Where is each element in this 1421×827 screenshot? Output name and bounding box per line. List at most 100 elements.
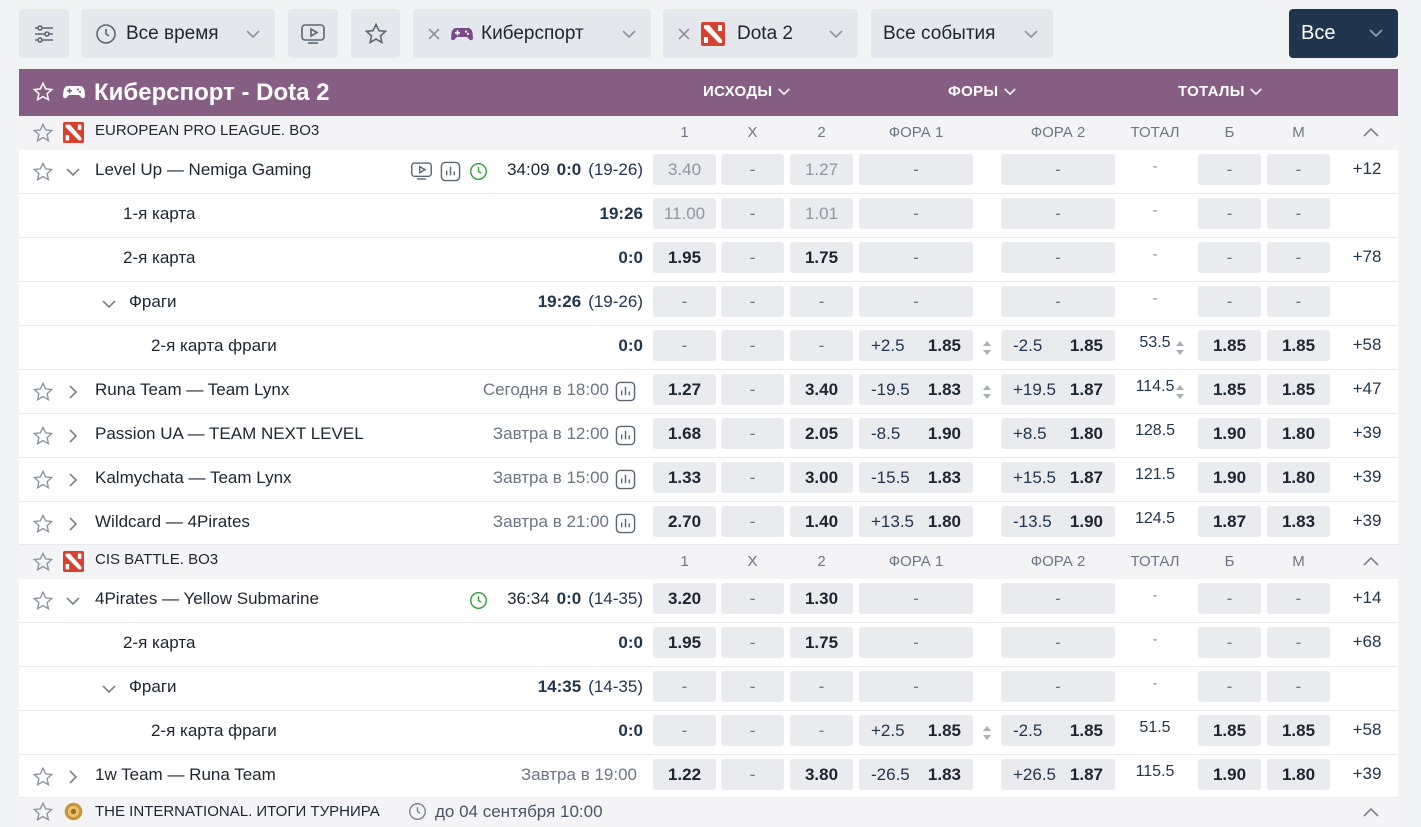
- event-name[interactable]: Passion UA — TEAM NEXT LEVEL: [95, 424, 364, 444]
- tv-icon[interactable]: [410, 161, 433, 181]
- league-name[interactable]: THE INTERNATIONAL. ИТОГИ ТУРНИРА: [95, 803, 380, 820]
- odds-cell-c2[interactable]: -: [790, 671, 853, 702]
- time-filter-dropdown[interactable]: Все время: [81, 9, 275, 58]
- odds-cell-m[interactable]: 1.83: [1267, 506, 1330, 537]
- favorite-star-icon[interactable]: [32, 161, 54, 183]
- chevron-up-icon[interactable]: [1362, 555, 1380, 567]
- odds-cell-c2[interactable]: -: [790, 330, 853, 361]
- league-name[interactable]: EUROPEAN PRO LEAGUE. BO3: [95, 122, 319, 139]
- odds-cell-c1[interactable]: 3.40: [653, 154, 716, 185]
- handicap-cell-f1[interactable]: -8.5 1.90: [859, 418, 973, 449]
- odds-cell-m[interactable]: -: [1267, 583, 1330, 614]
- more-markets-link[interactable]: +39: [1337, 764, 1397, 784]
- handicaps-column-toggle[interactable]: ФОРЫ: [948, 83, 1017, 100]
- odds-cell-c1[interactable]: -: [653, 286, 716, 317]
- odds-cell-c2[interactable]: 1.01: [790, 198, 853, 229]
- odds-cell-c2[interactable]: -: [790, 286, 853, 317]
- events-filter-dropdown[interactable]: Все события: [871, 9, 1053, 58]
- favorite-star-icon[interactable]: [32, 590, 54, 612]
- event-name[interactable]: Level Up — Nemiga Gaming: [95, 160, 311, 180]
- odds-cell-f2[interactable]: -: [1001, 671, 1115, 702]
- favorite-star-icon[interactable]: [32, 81, 54, 103]
- odds-cell-c1[interactable]: 1.33: [653, 462, 716, 493]
- odds-cell-c1[interactable]: 3.20: [653, 583, 716, 614]
- odds-cell-c1[interactable]: 2.70: [653, 506, 716, 537]
- odds-cell-m[interactable]: -: [1267, 198, 1330, 229]
- league-name[interactable]: CIS BATTLE. BO3: [95, 551, 218, 568]
- odds-cell-c1[interactable]: 1.22: [653, 759, 716, 790]
- odds-cell-c1[interactable]: -: [653, 330, 716, 361]
- more-markets-link[interactable]: +78: [1337, 247, 1397, 267]
- odds-cell-f2[interactable]: -: [1001, 627, 1115, 658]
- more-markets-link[interactable]: +14: [1337, 588, 1397, 608]
- odds-cell-f1[interactable]: -: [859, 242, 973, 273]
- odds-cell-m[interactable]: -: [1267, 154, 1330, 185]
- odds-cell-b[interactable]: 1.85: [1198, 715, 1261, 746]
- more-markets-link[interactable]: +12: [1337, 159, 1397, 179]
- handicap-cell-f1[interactable]: +13.5 1.80: [859, 506, 973, 537]
- odds-cell-b[interactable]: -: [1198, 286, 1261, 317]
- event-name[interactable]: 1w Team — Runa Team: [95, 765, 276, 785]
- odds-cell-c2[interactable]: 3.80: [790, 759, 853, 790]
- close-icon[interactable]: [427, 27, 441, 41]
- odds-cell-f1[interactable]: -: [859, 583, 973, 614]
- statistics-icon[interactable]: [440, 161, 461, 182]
- favorite-star-icon[interactable]: [32, 801, 54, 823]
- chevron-up-icon[interactable]: [1362, 806, 1380, 818]
- favorite-star-icon[interactable]: [32, 551, 54, 573]
- statistics-icon[interactable]: [615, 469, 636, 490]
- all-dropdown-button[interactable]: Все: [1289, 9, 1398, 58]
- odds-cell-b[interactable]: -: [1198, 198, 1261, 229]
- odds-cell-f1[interactable]: -: [859, 198, 973, 229]
- favorite-star-icon[interactable]: [32, 122, 54, 144]
- sport-filter-dropdown[interactable]: Киберспорт: [413, 9, 651, 58]
- chevron-down-icon[interactable]: [65, 164, 81, 180]
- handicap-cell-f1[interactable]: -15.5 1.83: [859, 462, 973, 493]
- favorite-star-icon[interactable]: [32, 425, 54, 447]
- odds-cell-c2[interactable]: 3.40: [790, 374, 853, 405]
- odds-cell-b[interactable]: 1.85: [1198, 330, 1261, 361]
- chevron-right-icon[interactable]: [65, 472, 81, 488]
- odds-cell-b[interactable]: 1.85: [1198, 374, 1261, 405]
- event-name[interactable]: Wildcard — 4Pirates: [95, 512, 250, 532]
- odds-cell-f2[interactable]: -: [1001, 154, 1115, 185]
- event-name[interactable]: Runa Team — Team Lynx: [95, 380, 289, 400]
- more-markets-link[interactable]: +39: [1337, 423, 1397, 443]
- odds-cell-cx[interactable]: -: [721, 715, 784, 746]
- odds-cell-b[interactable]: -: [1198, 671, 1261, 702]
- close-icon[interactable]: [677, 27, 691, 41]
- event-name[interactable]: 4Pirates — Yellow Submarine: [95, 589, 319, 609]
- more-markets-link[interactable]: +39: [1337, 467, 1397, 487]
- odds-cell-c1[interactable]: 1.95: [653, 627, 716, 658]
- odds-cell-b[interactable]: -: [1198, 583, 1261, 614]
- odds-cell-cx[interactable]: -: [721, 627, 784, 658]
- chevron-right-icon[interactable]: [65, 384, 81, 400]
- chevron-up-icon[interactable]: [1362, 126, 1380, 138]
- odds-cell-c2[interactable]: 2.05: [790, 418, 853, 449]
- odds-cell-cx[interactable]: -: [721, 198, 784, 229]
- handicap-cell-f2[interactable]: +8.5 1.80: [1001, 418, 1115, 449]
- video-filter-button[interactable]: [288, 9, 338, 58]
- handicap-cell-f1[interactable]: -19.5 1.83: [859, 374, 973, 405]
- odds-cell-m[interactable]: 1.80: [1267, 759, 1330, 790]
- odds-cell-b[interactable]: -: [1198, 627, 1261, 658]
- odds-cell-cx[interactable]: -: [721, 330, 784, 361]
- odds-cell-cx[interactable]: -: [721, 583, 784, 614]
- odds-cell-cx[interactable]: -: [721, 759, 784, 790]
- odds-cell-c1[interactable]: 1.68: [653, 418, 716, 449]
- chevron-down-icon[interactable]: [65, 593, 81, 609]
- favorite-star-icon[interactable]: [32, 381, 54, 403]
- odds-cell-c2[interactable]: -: [790, 715, 853, 746]
- odds-cell-c2[interactable]: 1.30: [790, 583, 853, 614]
- odds-cell-cx[interactable]: -: [721, 374, 784, 405]
- odds-cell-cx[interactable]: -: [721, 462, 784, 493]
- odds-cell-m[interactable]: -: [1267, 286, 1330, 317]
- odds-cell-c2[interactable]: 1.75: [790, 627, 853, 658]
- odds-cell-c1[interactable]: -: [653, 715, 716, 746]
- odds-cell-cx[interactable]: -: [721, 671, 784, 702]
- handicap-cell-f1[interactable]: +2.5 1.85: [859, 330, 973, 361]
- outcomes-column-toggle[interactable]: ИСХОДЫ: [703, 83, 791, 100]
- odds-cell-b[interactable]: 1.90: [1198, 418, 1261, 449]
- odds-cell-f2[interactable]: -: [1001, 286, 1115, 317]
- odds-cell-f1[interactable]: -: [859, 154, 973, 185]
